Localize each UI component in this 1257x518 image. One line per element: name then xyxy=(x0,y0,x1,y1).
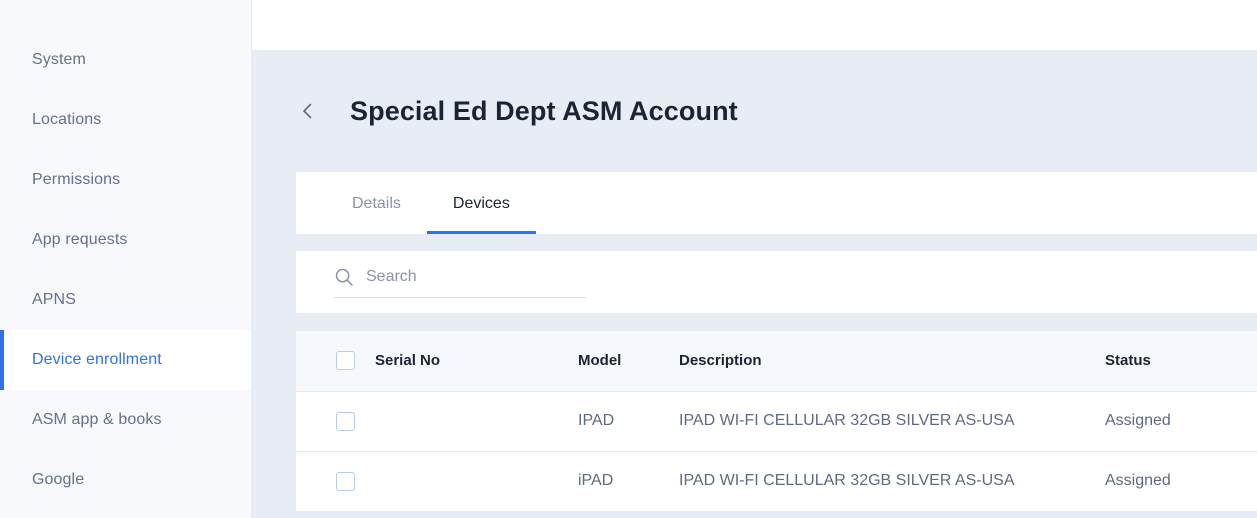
sidebar-item-device-enrollment[interactable]: Device enrollment xyxy=(0,330,251,390)
select-all-header xyxy=(296,331,375,392)
column-header-description[interactable]: Description xyxy=(679,331,1105,392)
sidebar-item-google[interactable]: Google xyxy=(0,450,251,510)
sidebar-item-label: ASM app & books xyxy=(32,411,162,428)
sidebar: System Locations Permissions App request… xyxy=(0,0,252,518)
cell-status: Assigned xyxy=(1105,391,1257,452)
cell-model: IPAD xyxy=(578,391,679,452)
table-body: IPAD IPAD WI-FI CELLULAR 32GB SILVER AS-… xyxy=(296,391,1257,512)
table-row[interactable]: iPAD IPAD WI-FI CELLULAR 32GB SILVER AS-… xyxy=(296,451,1257,512)
cell-description: IPAD WI-FI CELLULAR 32GB SILVER AS-USA xyxy=(679,451,1105,512)
chevron-left-icon[interactable] xyxy=(296,99,320,123)
tab-details[interactable]: Details xyxy=(326,174,427,234)
row-checkbox[interactable] xyxy=(336,411,355,431)
tab-label: Devices xyxy=(452,195,510,212)
sidebar-item-permissions[interactable]: Permissions xyxy=(0,150,251,210)
row-select-cell xyxy=(296,391,375,452)
cell-model: iPAD xyxy=(578,451,679,512)
row-checkbox[interactable] xyxy=(336,471,355,491)
top-bar xyxy=(252,0,1257,50)
table-header-row: Serial No Model Description Status xyxy=(296,331,1257,392)
tab-devices[interactable]: Devices xyxy=(426,174,536,234)
column-header-status[interactable]: Status xyxy=(1105,331,1257,392)
table-row[interactable]: IPAD IPAD WI-FI CELLULAR 32GB SILVER AS-… xyxy=(296,391,1257,452)
search-card xyxy=(296,251,1257,313)
main-content: Special Ed Dept ASM Account Details Devi… xyxy=(252,0,1257,518)
cell-serial-no xyxy=(375,391,578,452)
search-field[interactable] xyxy=(334,267,586,298)
page-header: Special Ed Dept ASM Account xyxy=(252,50,1257,172)
page-title: Special Ed Dept ASM Account xyxy=(350,95,738,126)
search-input[interactable] xyxy=(366,267,586,286)
column-header-serial-no[interactable]: Serial No xyxy=(375,331,578,392)
table-header: Serial No Model Description Status xyxy=(296,331,1257,392)
sidebar-item-locations[interactable]: Locations xyxy=(0,90,251,150)
search-icon xyxy=(334,267,354,287)
sidebar-item-label: APNS xyxy=(32,291,76,308)
select-all-checkbox[interactable] xyxy=(336,351,355,371)
row-select-cell xyxy=(296,451,375,512)
sidebar-item-system[interactable]: System xyxy=(0,30,251,90)
app-root: System Locations Permissions App request… xyxy=(0,0,1257,518)
cell-status: Assigned xyxy=(1105,451,1257,512)
sidebar-item-label: Google xyxy=(32,471,85,488)
sidebar-item-apns[interactable]: APNS xyxy=(0,270,251,330)
column-header-model[interactable]: Model xyxy=(578,331,679,392)
devices-table-card: Serial No Model Description Status IPAD … xyxy=(296,331,1257,512)
sidebar-item-label: Locations xyxy=(32,111,102,128)
tab-label: Details xyxy=(352,195,401,212)
tabs-card: Details Devices xyxy=(296,172,1257,234)
sidebar-item-app-requests[interactable]: App requests xyxy=(0,210,251,270)
sidebar-item-label: Permissions xyxy=(32,171,121,188)
devices-table: Serial No Model Description Status IPAD … xyxy=(296,331,1257,512)
cell-description: IPAD WI-FI CELLULAR 32GB SILVER AS-USA xyxy=(679,391,1105,452)
cell-serial-no xyxy=(375,451,578,512)
sidebar-item-asm-app-books[interactable]: ASM app & books xyxy=(0,390,251,450)
sidebar-item-label: App requests xyxy=(32,231,128,248)
sidebar-item-label: System xyxy=(32,51,86,68)
sidebar-item-label: Device enrollment xyxy=(32,351,162,368)
